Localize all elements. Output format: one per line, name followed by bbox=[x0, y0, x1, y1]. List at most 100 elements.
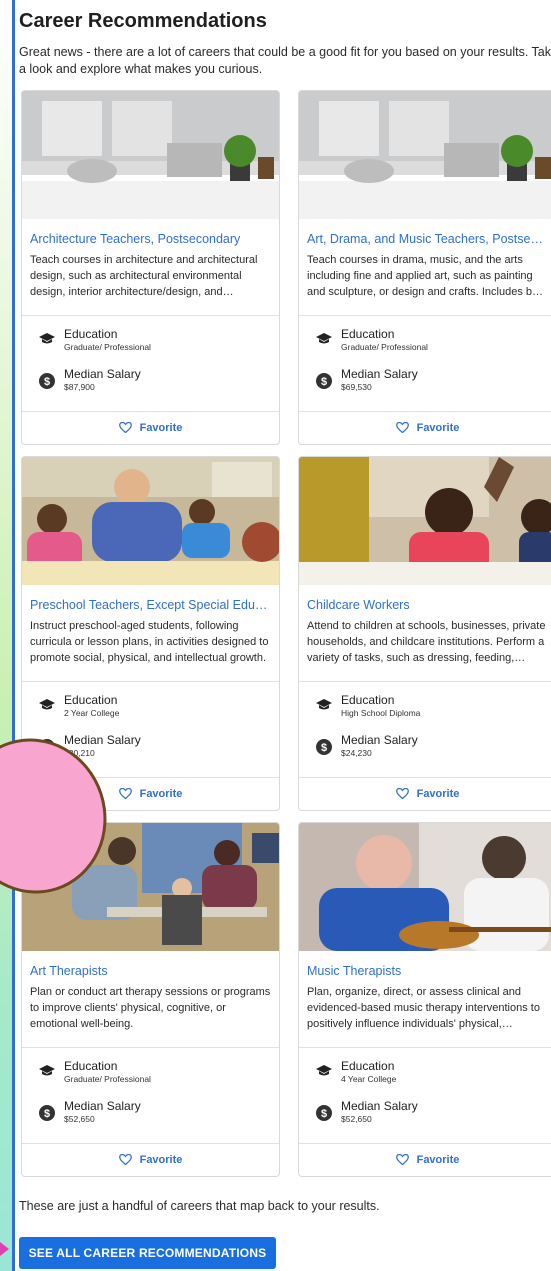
education-label: Education bbox=[341, 693, 395, 707]
divider bbox=[299, 681, 551, 682]
divider bbox=[22, 1047, 279, 1048]
salary-row: $ Median Salary $52,650 bbox=[307, 1099, 547, 1139]
favorite-label: Favorite bbox=[139, 787, 183, 800]
favorite-label: Favorite bbox=[139, 421, 183, 434]
dollar-coin-icon: $ bbox=[307, 367, 341, 389]
see-all-careers-button[interactable]: SEE ALL CAREER RECOMMENDATIONS bbox=[19, 1237, 276, 1269]
office-desk-image bbox=[299, 91, 551, 219]
education-label: Education bbox=[64, 327, 118, 341]
career-description: Plan or conduct art therapy sessions or … bbox=[30, 986, 271, 1030]
salary-row: $ Median Salary $52,650 bbox=[30, 1099, 270, 1139]
career-title[interactable]: Childcare Workers bbox=[307, 597, 548, 613]
divider bbox=[299, 1047, 551, 1048]
footer-text: These are just a handful of careers that… bbox=[19, 1199, 380, 1213]
education-row: Education Graduate/ Professional bbox=[307, 327, 547, 367]
career-meta: Education High School Diploma $ Median S… bbox=[307, 693, 547, 773]
graduation-cap-icon bbox=[30, 693, 64, 711]
heart-outline-icon bbox=[395, 1154, 409, 1165]
career-title[interactable]: Music Therapists bbox=[307, 963, 548, 979]
career-meta: Education Graduate/ Professional $ Media… bbox=[30, 1059, 270, 1139]
favorite-button[interactable]: Favorite bbox=[22, 411, 279, 444]
graduation-cap-icon bbox=[307, 327, 341, 345]
career-description: Plan, organize, direct, or assess clinic… bbox=[307, 986, 540, 1030]
favorite-label: Favorite bbox=[139, 1153, 183, 1166]
career-card[interactable]: Art, Drama, and Music Teachers, Postseco… bbox=[298, 90, 551, 445]
divider bbox=[22, 681, 279, 682]
career-image bbox=[299, 823, 551, 951]
svg-text:$: $ bbox=[321, 742, 327, 754]
career-image bbox=[22, 91, 279, 219]
education-value: 2 Year College bbox=[64, 708, 120, 718]
career-meta: Education Graduate/ Professional $ Media… bbox=[307, 327, 547, 407]
career-title[interactable]: Art, Drama, and Music Teachers, Postseco… bbox=[307, 231, 548, 247]
intro-text: Great news - there are a lot of careers … bbox=[19, 45, 551, 76]
heart-outline-icon bbox=[118, 788, 132, 799]
favorite-button[interactable]: Favorite bbox=[299, 411, 551, 444]
salary-row: $ Median Salary $87,900 bbox=[30, 367, 270, 407]
graduation-cap-icon bbox=[307, 1059, 341, 1077]
education-row: Education Graduate/ Professional bbox=[30, 327, 270, 367]
education-label: Education bbox=[64, 693, 118, 707]
heart-outline-icon bbox=[395, 422, 409, 433]
education-label: Education bbox=[341, 327, 395, 341]
favorite-button[interactable]: Favorite bbox=[299, 1143, 551, 1176]
education-value: Graduate/ Professional bbox=[341, 342, 428, 352]
education-label: Education bbox=[64, 1059, 118, 1073]
favorite-label: Favorite bbox=[416, 421, 460, 434]
career-grid: Architecture Teachers, Postsecondary Tea… bbox=[19, 90, 551, 1190]
favorite-button[interactable]: Favorite bbox=[299, 777, 551, 810]
education-value: Graduate/ Professional bbox=[64, 1074, 151, 1084]
graduation-cap-icon bbox=[307, 693, 341, 711]
salary-label: Median Salary bbox=[64, 1099, 141, 1113]
salary-label: Median Salary bbox=[341, 1099, 418, 1113]
career-card[interactable]: Architecture Teachers, Postsecondary Tea… bbox=[21, 90, 280, 445]
favorite-label: Favorite bbox=[416, 1153, 460, 1166]
career-image bbox=[22, 457, 279, 585]
salary-label: Median Salary bbox=[64, 367, 141, 381]
graduation-cap-icon bbox=[30, 327, 64, 345]
career-title[interactable]: Architecture Teachers, Postsecondary bbox=[30, 231, 271, 247]
divider bbox=[22, 315, 279, 316]
education-value: 4 Year College bbox=[341, 1074, 397, 1084]
salary-label: Median Salary bbox=[341, 367, 418, 381]
heart-outline-icon bbox=[118, 422, 132, 433]
career-recommendations-panel: Career Recommendations Great news - ther… bbox=[12, 0, 551, 1271]
career-image bbox=[299, 457, 551, 585]
graduation-cap-icon bbox=[30, 1059, 64, 1077]
career-title[interactable]: Art Therapists bbox=[30, 963, 271, 979]
dollar-coin-icon: $ bbox=[30, 1099, 64, 1121]
career-description: Instruct preschool-aged students, follow… bbox=[30, 620, 269, 664]
career-title[interactable]: Preschool Teachers, Except Special Educa… bbox=[30, 597, 271, 613]
svg-text:$: $ bbox=[321, 1108, 327, 1120]
svg-text:$: $ bbox=[321, 376, 327, 388]
salary-value: $24,230 bbox=[341, 748, 372, 758]
dollar-coin-icon: $ bbox=[30, 367, 64, 389]
classroom-children-image bbox=[22, 457, 279, 585]
heart-outline-icon bbox=[395, 788, 409, 799]
education-value: Graduate/ Professional bbox=[64, 342, 151, 352]
decorative-arrow-icon bbox=[0, 1242, 9, 1256]
career-image bbox=[299, 91, 551, 219]
music-therapy-guitar-image bbox=[299, 823, 551, 951]
salary-value: $69,530 bbox=[341, 382, 372, 392]
career-card[interactable]: Music Therapists Plan, organize, direct,… bbox=[298, 822, 551, 1177]
education-value: High School Diploma bbox=[341, 708, 421, 718]
education-row: Education 2 Year College bbox=[30, 693, 270, 733]
salary-value: $52,650 bbox=[341, 1114, 372, 1124]
divider bbox=[299, 315, 551, 316]
heart-outline-icon bbox=[118, 1154, 132, 1165]
svg-text:$: $ bbox=[44, 1108, 50, 1120]
career-card[interactable]: Childcare Workers Attend to children at … bbox=[298, 456, 551, 811]
education-row: Education High School Diploma bbox=[307, 693, 547, 733]
career-description: Attend to children at schools, businesse… bbox=[307, 620, 546, 664]
career-meta: Education Graduate/ Professional $ Media… bbox=[30, 327, 270, 407]
page-title: Career Recommendations bbox=[19, 10, 267, 32]
salary-label: Median Salary bbox=[64, 733, 141, 747]
career-description: Teach courses in architecture and archit… bbox=[30, 254, 258, 298]
salary-value: $87,900 bbox=[64, 382, 95, 392]
salary-label: Median Salary bbox=[341, 733, 418, 747]
salary-row: $ Median Salary $69,530 bbox=[307, 367, 547, 407]
favorite-button[interactable]: Favorite bbox=[22, 1143, 279, 1176]
salary-row: $ Median Salary $24,230 bbox=[307, 733, 547, 773]
education-label: Education bbox=[341, 1059, 395, 1073]
